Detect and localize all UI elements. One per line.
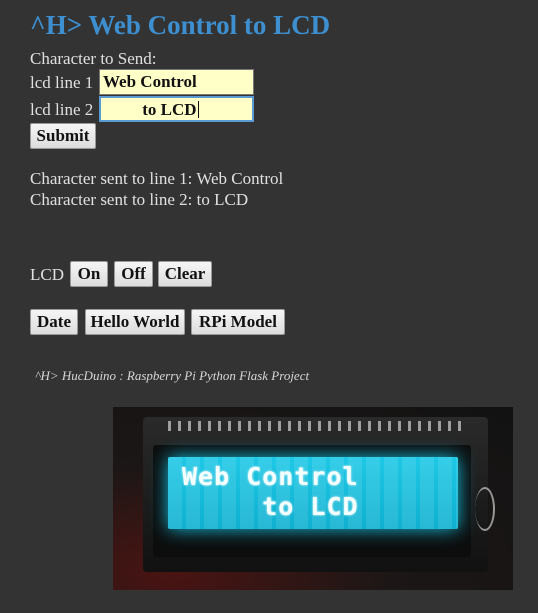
lcd-line2-label: lcd line 2 — [30, 100, 94, 119]
lcd-photo-line1: Web Control — [182, 462, 359, 491]
lcd-controls-label: LCD — [30, 265, 64, 284]
footer-note: ^H> HucDuino : Raspberry Pi Python Flask… — [35, 368, 310, 383]
lcd-line1-value: Web Control — [103, 72, 197, 91]
character-to-send-label: Character to Send: — [30, 49, 157, 68]
lcd-line2-input[interactable]: to LCD — [99, 96, 254, 122]
status-line2: Character sent to line 2: to LCD — [30, 190, 249, 209]
header-pins — [168, 421, 468, 431]
light-reflection — [475, 487, 495, 531]
lcd-clear-button[interactable]: Clear — [158, 261, 212, 287]
lcd-line1-input[interactable]: Web Control — [99, 69, 254, 95]
text-caret — [197, 101, 199, 118]
rpi-model-button[interactable]: RPi Model — [191, 309, 285, 335]
lcd-photo: Web Control to LCD — [113, 407, 513, 590]
lcd-off-button[interactable]: Off — [114, 261, 153, 287]
status-line1: Character sent to line 1: Web Control — [30, 169, 284, 188]
lcd-screen: Web Control to LCD — [168, 457, 458, 529]
lcd-line1-label: lcd line 1 — [30, 73, 94, 92]
hello-world-button[interactable]: Hello World — [85, 309, 185, 335]
lcd-on-button[interactable]: On — [70, 261, 108, 287]
date-button[interactable]: Date — [30, 309, 78, 335]
page-title: ^H> Web Control to LCD — [30, 10, 331, 40]
lcd-line2-value: to LCD — [104, 100, 197, 119]
submit-button[interactable]: Submit — [30, 123, 96, 149]
lcd-photo-line2: to LCD — [182, 492, 359, 521]
